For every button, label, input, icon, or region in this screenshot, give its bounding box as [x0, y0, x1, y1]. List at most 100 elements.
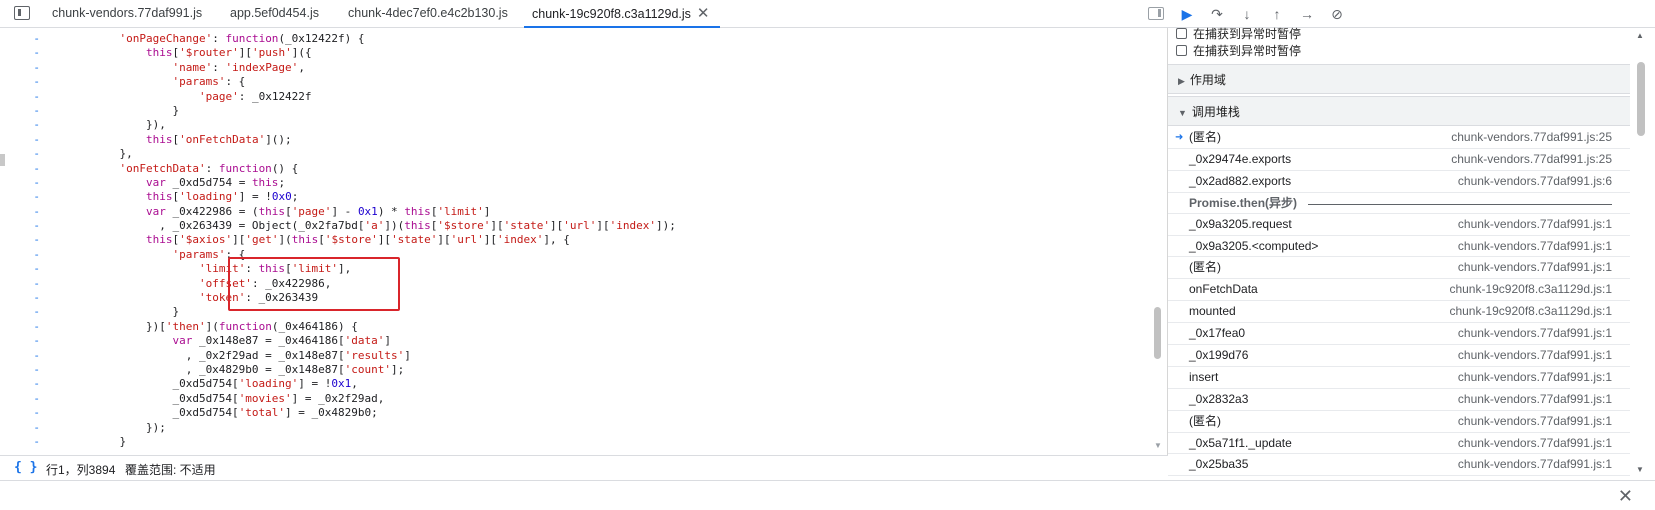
frame-location[interactable]: chunk-vendors.77daf991.js:1 [1458, 345, 1612, 367]
code-line[interactable]: - } [6, 435, 1156, 449]
call-frame[interactable]: _0x199d76 chunk-vendors.77daf991.js:1 [1168, 345, 1630, 367]
frame-location[interactable]: chunk-vendors.77daf991.js:1 [1458, 323, 1612, 345]
tab-app[interactable]: app.5ef0d454.js [230, 0, 319, 28]
checkbox[interactable] [1176, 28, 1187, 39]
code-line[interactable]: - , _0x263439 = Object(_0x2fa7bd['a'])(t… [6, 219, 1156, 233]
coverage-status: 覆盖范围: 不适用 [125, 463, 216, 477]
frame-function-name: _0x2ad882.exports [1189, 173, 1292, 188]
code-line[interactable]: - }); [6, 421, 1156, 435]
call-frame[interactable]: _0x29474e.exports chunk-vendors.77daf991.… [1168, 149, 1630, 171]
call-frame[interactable]: (匿名) chunk-vendors.77daf991.js:1 [1168, 411, 1630, 433]
line-text: 'params': { [172, 247, 246, 261]
call-frame[interactable]: insert chunk-vendors.77daf991.js:1 [1168, 367, 1630, 389]
code-line[interactable]: - }, [6, 147, 1156, 161]
call-frame[interactable]: _0x9a3205.<computed> chunk-vendors.77daf9… [1168, 236, 1630, 258]
code-line[interactable]: - 'page': _0x12422f [6, 90, 1156, 104]
call-frame[interactable]: _0x9a3205.request chunk-vendors.77daf991.… [1168, 214, 1630, 236]
code-line[interactable]: - } [6, 104, 1156, 118]
code-line[interactable]: - _0xd5d754['loading'] = !0x1, [6, 377, 1156, 391]
resume-icon[interactable]: ▶ [1176, 4, 1198, 24]
frame-location[interactable]: chunk-vendors.77daf991.js:1 [1458, 236, 1612, 258]
toggle-debugger-icon[interactable] [1148, 7, 1164, 20]
code-line[interactable]: - } [6, 305, 1156, 319]
close-drawer-icon[interactable]: ✕ [1618, 486, 1633, 507]
code-line[interactable]: - 'params': { [6, 75, 1156, 89]
frame-location[interactable]: chunk-vendors.77daf991.js:1 [1458, 367, 1612, 389]
call-frame[interactable]: _0x25ba35 chunk-vendors.77daf991.js:1 [1168, 454, 1630, 477]
code-line[interactable]: - this['$router']['push']({ [6, 46, 1156, 60]
code-line[interactable]: - })['then'](function(_0x464186) { [6, 320, 1156, 334]
step-into-icon[interactable]: ↓ [1236, 4, 1258, 24]
code-editor[interactable]: - 'onPageChange': function(_0x12422f) {-… [6, 32, 1156, 454]
code-line[interactable]: - _0xd5d754['movies'] = _0x2f29ad, [6, 392, 1156, 406]
code-line[interactable]: - var _0x422986 = (this['page'] - 0x1) *… [6, 205, 1156, 219]
code-line[interactable]: - 'limit': this['limit'], [6, 262, 1156, 276]
code-line[interactable]: - var _0xd5d754 = this; [6, 176, 1156, 190]
checkbox[interactable] [1176, 45, 1187, 56]
code-line[interactable]: - this['$axios']['get'](this['$store']['… [6, 233, 1156, 247]
editor-scrollbar-thumb[interactable] [1154, 307, 1161, 359]
frame-location[interactable]: chunk-vendors.77daf991.js:25 [1451, 149, 1612, 171]
frame-location[interactable]: chunk-vendors.77daf991.js:1 [1458, 214, 1612, 236]
frame-location[interactable]: chunk-vendors.77daf991.js:6 [1458, 171, 1612, 193]
frame-location[interactable]: chunk-19c920f8.c3a1129d.js:1 [1449, 279, 1612, 301]
gutter-marker [0, 154, 5, 166]
code-line[interactable]: - 'params': { [6, 248, 1156, 262]
frame-function-name: _0x5a71f1._update [1189, 435, 1292, 450]
code-line[interactable]: - 'name': 'indexPage', [6, 61, 1156, 75]
code-line[interactable]: - _0xd5d754['total'] = _0x4829b0; [6, 406, 1156, 420]
step-over-icon[interactable]: ↷ [1206, 4, 1228, 24]
code-line[interactable]: - , _0x4829b0 = _0x148e87['count']; [6, 363, 1156, 377]
frame-function-name: (匿名) [1189, 130, 1221, 144]
frame-location[interactable]: chunk-vendors.77daf991.js:1 [1458, 454, 1612, 476]
close-tab-icon[interactable]: ✕ [697, 0, 710, 27]
pause-on-caught-option[interactable]: 在捕获到异常时暂停 [1176, 26, 1301, 42]
frame-location[interactable]: chunk-vendors.77daf991.js:1 [1458, 389, 1612, 411]
frame-location[interactable]: chunk-vendors.77daf991.js:1 [1458, 411, 1612, 433]
frame-function-name: _0x29474e.exports [1189, 151, 1292, 166]
code-line[interactable]: - , _0x2f29ad = _0x148e87['results'] [6, 349, 1156, 363]
call-frame[interactable]: _0x2832a3 chunk-vendors.77daf991.js:1 [1168, 389, 1630, 411]
toggle-navigator-icon[interactable] [14, 6, 30, 20]
code-line[interactable]: - this['loading'] = !0x0; [6, 190, 1156, 204]
tab-chunk-19c920f8[interactable]: chunk-19c920f8.c3a1129d.js ✕ [524, 0, 720, 28]
call-frame[interactable]: onFetchData chunk-19c920f8.c3a1129d.js:1 [1168, 279, 1630, 302]
debugger-scroll-down-icon[interactable]: ▼ [1636, 465, 1644, 474]
code-line[interactable]: - 'onPageChange': function(_0x12422f) { [6, 32, 1156, 46]
line-marker: - [33, 204, 40, 218]
frame-location[interactable]: chunk-19c920f8.c3a1129d.js:1 [1449, 301, 1612, 323]
scope-section-header[interactable]: ▶ 作用域 [1168, 64, 1630, 94]
call-frame[interactable]: _0x5a71f1._update chunk-vendors.77daf991.… [1168, 433, 1630, 455]
call-frame[interactable]: mounted chunk-19c920f8.c3a1129d.js:1 [1168, 301, 1630, 324]
line-marker: - [33, 334, 40, 348]
code-line[interactable]: - this['onFetchData'](); [6, 133, 1156, 147]
debugger-scrollbar-thumb[interactable] [1637, 62, 1645, 136]
frame-location[interactable]: chunk-vendors.77daf991.js:1 [1458, 257, 1612, 279]
source-pane: chunk-vendors.77daf991.js app.5ef0d454.j… [0, 0, 1168, 480]
pause-on-exception-option[interactable]: 在捕获到异常时暂停 [1176, 43, 1301, 59]
step-icon[interactable]: → [1296, 4, 1318, 24]
code-line[interactable]: - var _0x148e87 = _0x464186['data'] [6, 334, 1156, 348]
debugger-scroll-up-icon[interactable]: ▲ [1636, 31, 1644, 40]
code-line[interactable]: - 'offset': _0x422986, [6, 277, 1156, 291]
tab-chunk-4dec7ef0[interactable]: chunk-4dec7ef0.e4c2b130.js [348, 0, 508, 28]
line-text: 'params': { [172, 75, 246, 89]
frame-location[interactable]: chunk-vendors.77daf991.js:1 [1458, 433, 1612, 455]
frame-location[interactable]: chunk-vendors.77daf991.js:25 [1451, 127, 1612, 149]
editor-scroll-down-icon[interactable]: ▼ [1154, 441, 1162, 450]
line-marker: - [33, 147, 40, 161]
call-frame[interactable]: _0x17fea0 chunk-vendors.77daf991.js:1 [1168, 323, 1630, 346]
pretty-print-icon[interactable]: { } [14, 460, 37, 475]
call-frame[interactable]: (匿名) chunk-vendors.77daf991.js:1 [1168, 257, 1630, 280]
deactivate-breakpoints-icon[interactable]: ⊘ [1326, 4, 1348, 24]
callstack-section-header[interactable]: ▼ 调用堆栈 [1168, 96, 1630, 126]
line-text: var _0x422986 = (this['page'] - 0x1) * t… [145, 204, 491, 218]
code-line[interactable]: - 'onFetchData': function() { [6, 162, 1156, 176]
call-frame[interactable]: _0x2ad882.exports chunk-vendors.77daf991.… [1168, 171, 1630, 193]
code-line[interactable]: - 'token': _0x263439 [6, 291, 1156, 305]
line-marker: - [33, 60, 40, 74]
code-line[interactable]: - }), [6, 118, 1156, 132]
call-frame[interactable]: ➜ (匿名) chunk-vendors.77daf991.js:25 [1168, 127, 1630, 149]
tab-chunk-vendors[interactable]: chunk-vendors.77daf991.js [52, 0, 202, 28]
step-out-icon[interactable]: ↑ [1266, 4, 1288, 24]
